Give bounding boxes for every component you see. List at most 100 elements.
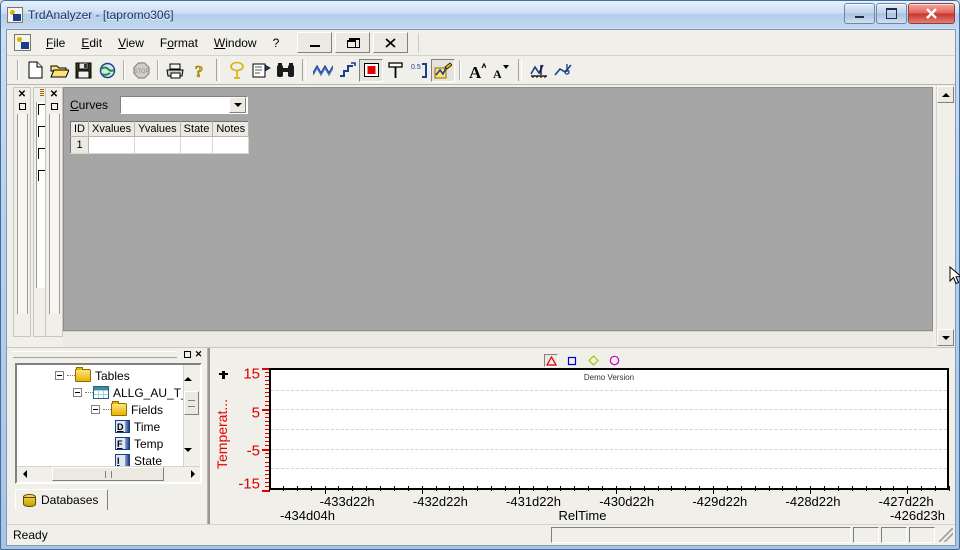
legend-marker-square[interactable] bbox=[565, 354, 579, 367]
waveform-button[interactable] bbox=[311, 59, 335, 82]
mdi-close-button[interactable] bbox=[373, 32, 409, 53]
cell-state[interactable] bbox=[180, 136, 214, 154]
save-button[interactable] bbox=[71, 59, 95, 82]
axis-chart-button[interactable] bbox=[527, 59, 551, 82]
tree-scroll-down-button[interactable] bbox=[184, 448, 199, 467]
database-tree[interactable]: Tables ALLG_AU_T_ Fields D Time F Temp I… bbox=[15, 363, 202, 484]
mdi-vertical-scrollbar[interactable] bbox=[936, 86, 954, 346]
dock-drag-grip[interactable] bbox=[13, 351, 177, 358]
x-minor-tick bbox=[504, 486, 506, 491]
tree-scroll-thumb[interactable] bbox=[184, 391, 199, 415]
x-minor-tick bbox=[754, 486, 756, 491]
scroll-down-button[interactable] bbox=[937, 329, 954, 346]
menu-item-edit[interactable]: Edit bbox=[73, 33, 110, 53]
cell-notes[interactable] bbox=[212, 136, 250, 154]
curves-combo[interactable] bbox=[120, 96, 249, 114]
mdi-app-icon[interactable] bbox=[14, 34, 31, 51]
properties-button[interactable] bbox=[249, 59, 273, 82]
tree-item-fields[interactable]: Fields bbox=[17, 401, 184, 418]
tab-databases[interactable]: Databases bbox=[15, 489, 109, 510]
new-button[interactable] bbox=[23, 59, 47, 82]
grid-col-notes[interactable]: Notes bbox=[212, 121, 250, 137]
grid-col-yvalues[interactable]: Yvalues bbox=[134, 121, 181, 137]
mdi-minimize-button[interactable] bbox=[297, 32, 333, 53]
cell-xvalues[interactable] bbox=[88, 136, 136, 154]
x-minor-tick bbox=[685, 486, 687, 491]
menu-item-window[interactable]: Window bbox=[206, 33, 265, 53]
font-larger-button[interactable]: A bbox=[465, 59, 489, 82]
resize-grip[interactable] bbox=[939, 528, 953, 542]
lasso-button[interactable] bbox=[225, 59, 249, 82]
tree-item-tables[interactable]: Tables bbox=[17, 367, 184, 384]
collapsed-dock-panel-3[interactable]: ✕ bbox=[45, 87, 63, 337]
chart-pin-icon[interactable] bbox=[219, 371, 228, 382]
step-curve-button[interactable] bbox=[335, 59, 359, 82]
minimize-button[interactable] bbox=[844, 3, 875, 24]
svg-text:0.5: 0.5 bbox=[411, 64, 421, 71]
legend-marker-triangle[interactable] bbox=[544, 354, 558, 367]
plot-area[interactable]: Demo Version bbox=[269, 368, 949, 490]
tree-item-state[interactable]: I State bbox=[17, 452, 184, 467]
y-tick-label: 5 bbox=[251, 404, 260, 422]
databases-caption[interactable]: ✕ bbox=[7, 348, 207, 361]
globe-button[interactable] bbox=[95, 59, 119, 82]
tree-item-time[interactable]: D Time bbox=[17, 418, 184, 435]
marker-chart-button[interactable] bbox=[551, 59, 575, 82]
table-row[interactable]: 1 bbox=[70, 136, 250, 154]
open-button[interactable] bbox=[47, 59, 71, 82]
databases-restore-button[interactable] bbox=[182, 349, 193, 360]
dock3-close-button[interactable]: ✕ bbox=[46, 89, 62, 100]
legend-marker-circle[interactable] bbox=[607, 354, 621, 367]
x-minor-tick bbox=[768, 486, 770, 491]
tree-item-allg-au-t[interactable]: ALLG_AU_T_ bbox=[17, 384, 184, 401]
tree-item-temp[interactable]: F Temp bbox=[17, 435, 184, 452]
expander-icon[interactable] bbox=[91, 405, 100, 414]
maximize-button[interactable] bbox=[876, 3, 907, 24]
grid-col-state[interactable]: State bbox=[180, 121, 214, 137]
font-smaller-button[interactable]: A bbox=[489, 59, 513, 82]
grid-col-id[interactable]: ID bbox=[70, 121, 89, 137]
tree-horizontal-scrollbar[interactable] bbox=[17, 466, 200, 482]
expander-icon[interactable] bbox=[73, 388, 82, 397]
menu-item-file[interactable]: File bbox=[38, 33, 73, 53]
help-button[interactable]: ? bbox=[187, 59, 211, 82]
x-tick-label: -430d22h bbox=[599, 494, 655, 509]
collapsed-dock-panel-1[interactable]: ✕ bbox=[13, 87, 31, 337]
grid-col-xvalues[interactable]: Xvalues bbox=[88, 121, 136, 137]
x-minor-tick bbox=[338, 486, 340, 491]
curves-grid[interactable]: ID Xvalues Yvalues State Notes 1 bbox=[70, 121, 250, 154]
print-button[interactable] bbox=[163, 59, 187, 82]
tree-scroll-up-button[interactable] bbox=[184, 365, 199, 381]
stop-record-button[interactable] bbox=[359, 58, 383, 82]
title-bar: TrdAnalyzer - [tapromo306] bbox=[1, 1, 959, 28]
menu-item-help[interactable]: ? bbox=[265, 33, 288, 53]
x-minor-tick bbox=[796, 486, 798, 491]
tree-scroll-right-button[interactable] bbox=[185, 467, 200, 481]
edit-curve-button[interactable] bbox=[431, 58, 455, 82]
tree-vertical-scrollbar[interactable] bbox=[183, 365, 200, 467]
mdi-restore-button[interactable] bbox=[335, 32, 371, 53]
database-icon bbox=[23, 493, 36, 507]
cell-yvalues[interactable] bbox=[134, 136, 181, 154]
menu-item-view[interactable]: View bbox=[110, 33, 152, 53]
decimals-button[interactable]: 0.5 bbox=[407, 59, 431, 82]
scroll-up-button[interactable] bbox=[937, 86, 954, 103]
dock1-close-button[interactable]: ✕ bbox=[14, 89, 30, 100]
close-button[interactable] bbox=[908, 3, 955, 24]
stop-button[interactable]: STOP bbox=[129, 59, 153, 82]
save-disk-icon bbox=[75, 62, 91, 78]
dock3-restore-button[interactable] bbox=[50, 103, 58, 110]
databases-close-button[interactable]: ✕ bbox=[193, 349, 204, 360]
menu-item-format[interactable]: Format bbox=[152, 33, 206, 53]
dock1-restore-button[interactable] bbox=[18, 103, 26, 110]
find-button[interactable] bbox=[273, 59, 297, 82]
tree-scroll-left-button[interactable] bbox=[17, 467, 32, 481]
curves-combo-button[interactable] bbox=[229, 97, 247, 113]
expander-icon[interactable] bbox=[55, 371, 64, 380]
pin-button[interactable] bbox=[383, 59, 407, 82]
new-icon bbox=[28, 61, 42, 79]
legend-marker-diamond[interactable] bbox=[586, 354, 600, 367]
x-minor-tick bbox=[310, 486, 312, 491]
mdi-horizontal-scrollbar[interactable] bbox=[63, 331, 933, 347]
tree-hscroll-thumb[interactable] bbox=[52, 467, 164, 481]
